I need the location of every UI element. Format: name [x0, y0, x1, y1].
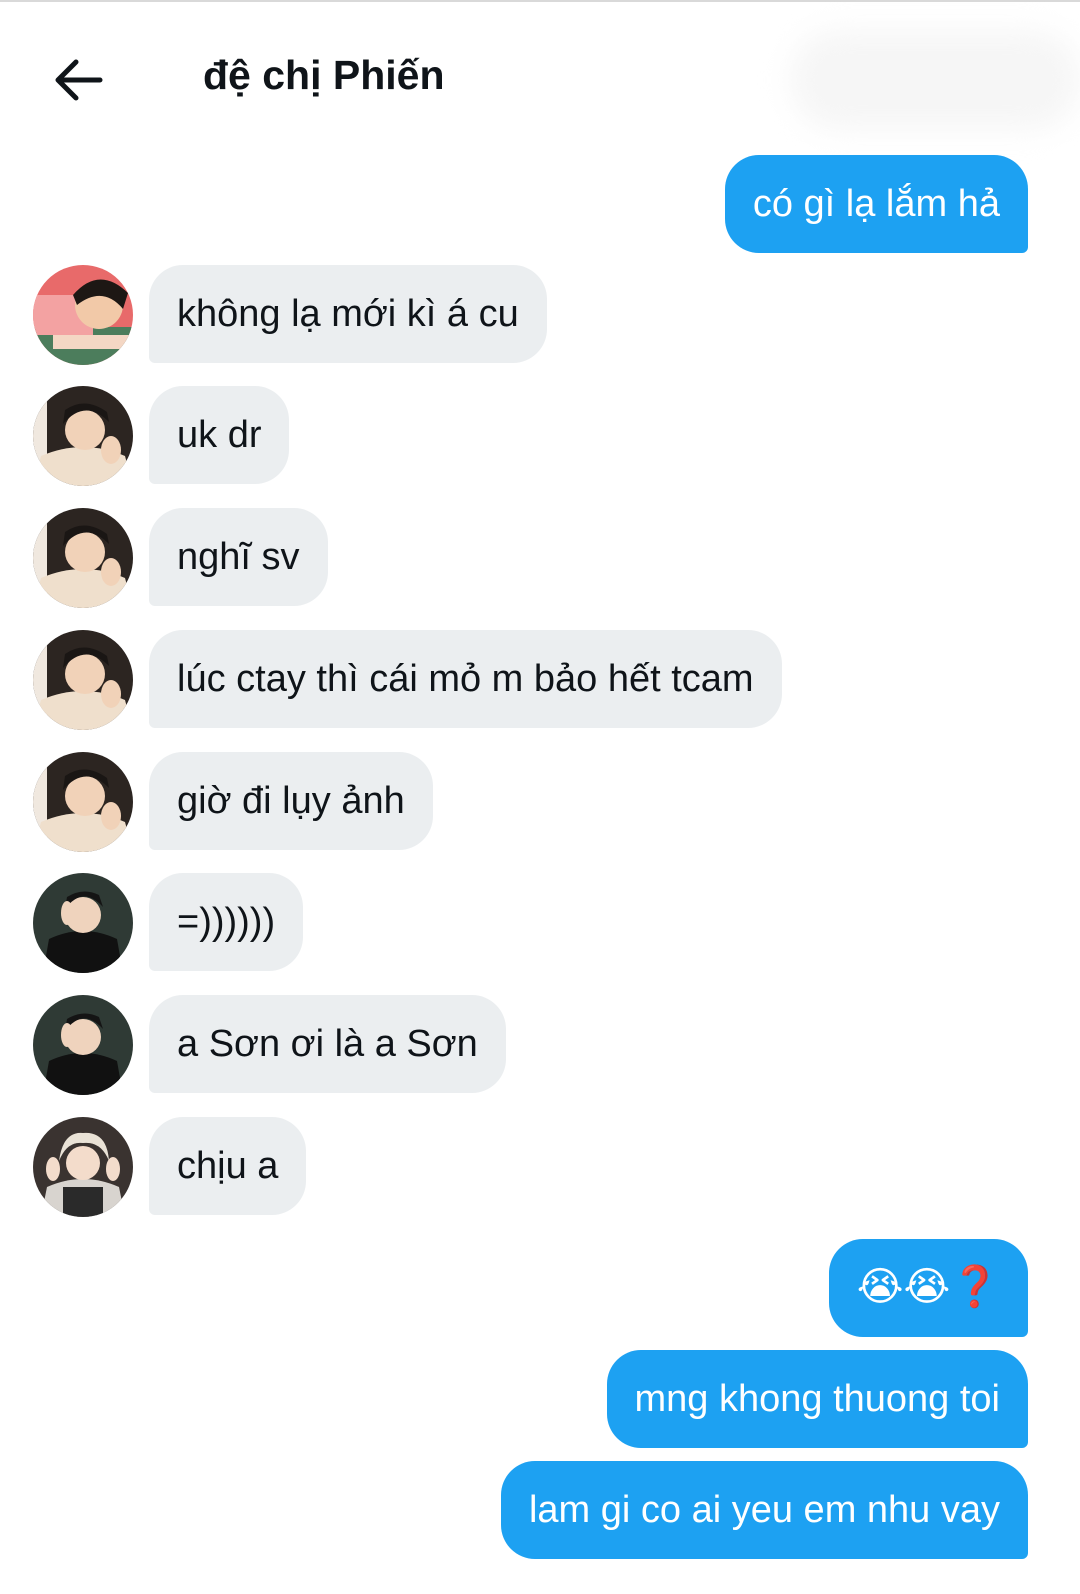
blurred-region: [790, 30, 1080, 130]
avatar[interactable]: [33, 508, 133, 608]
message-bubble-incoming[interactable]: =)))))): [149, 873, 304, 971]
message-bubble-incoming[interactable]: không lạ mới kì á cu: [149, 265, 547, 363]
message-text: nghĩ sv: [177, 536, 300, 578]
message-bubble-incoming[interactable]: a Sơn ơi là a Sơn: [149, 995, 506, 1093]
message-text: lam gi co ai yeu em nhu vay: [528, 1489, 1000, 1531]
conversation-title[interactable]: đệ chị Phiến: [203, 52, 445, 99]
message-bubble-incoming[interactable]: uk dr: [149, 386, 290, 484]
avatar[interactable]: [33, 752, 133, 852]
message-bubble-outgoing[interactable]: 😭😭❓: [828, 1239, 1028, 1337]
message-bubble-outgoing[interactable]: có gì lạ lắm hả: [724, 155, 1028, 253]
message-text: không lạ mới kì á cu: [177, 293, 519, 335]
message-text: uk dr: [177, 414, 262, 456]
message-text: chịu a: [177, 1145, 279, 1187]
message-text: 😭😭❓: [856, 1265, 1000, 1309]
message-bubble-incoming[interactable]: chịu a: [149, 1117, 307, 1215]
message-bubble-incoming[interactable]: lúc ctay thì cái mỏ m bảo hết tcam: [149, 630, 782, 728]
message-bubble-outgoing[interactable]: mng khong thuong toi: [606, 1350, 1028, 1448]
message-text: giờ đi lụy ảnh: [177, 780, 405, 822]
message-text: lúc ctay thì cái mỏ m bảo hết tcam: [177, 658, 754, 700]
back-button[interactable]: [52, 56, 104, 104]
avatar[interactable]: [33, 995, 133, 1095]
message-bubble-incoming[interactable]: giờ đi lụy ảnh: [149, 752, 433, 850]
message-bubble-outgoing[interactable]: lam gi co ai yeu em nhu vay: [500, 1461, 1028, 1559]
avatar[interactable]: [33, 386, 133, 486]
avatar[interactable]: [33, 1117, 133, 1217]
arrow-left-icon: [55, 59, 103, 101]
message-bubble-incoming[interactable]: nghĩ sv: [149, 508, 328, 606]
message-text: có gì lạ lắm hả: [752, 183, 1000, 225]
avatar[interactable]: [33, 873, 133, 973]
avatar[interactable]: [33, 630, 133, 730]
message-text: mng khong thuong toi: [634, 1378, 1001, 1420]
avatar[interactable]: [33, 265, 133, 365]
message-text: =)))))): [177, 901, 276, 943]
message-text: a Sơn ơi là a Sơn: [177, 1023, 478, 1065]
conversation-header: đệ chị Phiến: [0, 0, 1080, 150]
